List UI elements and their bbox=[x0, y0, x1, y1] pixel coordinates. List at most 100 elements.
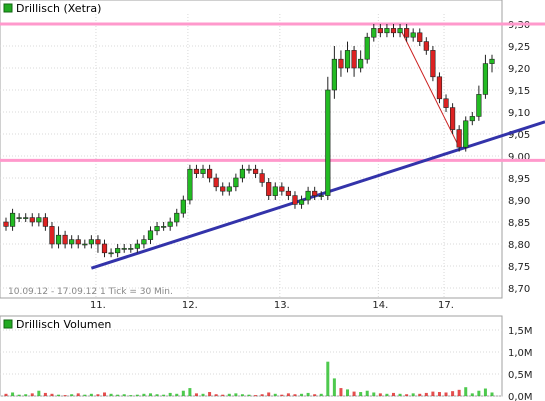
candle-body bbox=[436, 76, 443, 100]
candle-body bbox=[55, 234, 62, 245]
volume-bar bbox=[339, 388, 343, 396]
volume-bar bbox=[391, 392, 395, 396]
volume-bar bbox=[260, 394, 264, 396]
price-title: Drillisch (Xetra) bbox=[16, 2, 101, 15]
volume-bar bbox=[109, 393, 113, 396]
candle-body bbox=[233, 177, 239, 188]
price-y-tick: 8,85 bbox=[508, 218, 530, 229]
candle-body bbox=[325, 89, 331, 196]
volume-bar bbox=[273, 393, 277, 396]
candle-body bbox=[23, 217, 29, 219]
candle-body bbox=[377, 28, 383, 34]
candle-body bbox=[312, 190, 318, 196]
candle-body bbox=[134, 243, 140, 249]
price-panel: Drillisch (Xetra) 8,70 8,75 8,80 8,85 8,90 8,… bbox=[0, 0, 545, 311]
volume-bar bbox=[378, 393, 382, 396]
volume-bar bbox=[280, 394, 284, 396]
volume-title: Drillisch Volumen bbox=[16, 318, 111, 331]
volume-bar bbox=[254, 395, 258, 397]
candle-body bbox=[292, 195, 298, 205]
volume-bar bbox=[57, 394, 61, 396]
candle-body bbox=[423, 41, 429, 51]
candle-body bbox=[489, 58, 495, 64]
volume-bar bbox=[135, 394, 139, 396]
volume-bar bbox=[286, 393, 290, 396]
price-y-tick: 8,75 bbox=[508, 262, 530, 273]
volume-bar bbox=[300, 393, 304, 396]
volume-bar bbox=[326, 361, 330, 396]
volume-bar bbox=[418, 393, 422, 396]
volume-bar bbox=[4, 393, 8, 396]
volume-bar bbox=[470, 393, 474, 396]
volume-bar bbox=[214, 394, 218, 396]
price-legend-swatch bbox=[3, 3, 13, 13]
volume-bar bbox=[405, 394, 409, 396]
candle-body bbox=[220, 186, 226, 192]
candle-body bbox=[193, 168, 200, 174]
volume-bar bbox=[411, 393, 415, 396]
volume-bar bbox=[464, 387, 468, 396]
volume-bar bbox=[116, 394, 120, 396]
candle-body bbox=[200, 168, 206, 174]
volume-y-tick: 1,5M bbox=[508, 326, 533, 337]
candle-body bbox=[95, 239, 101, 245]
candle-body bbox=[121, 248, 127, 250]
volume-bar bbox=[194, 393, 198, 396]
candle-body bbox=[174, 212, 180, 223]
candle-body bbox=[338, 58, 344, 69]
candle-body bbox=[384, 28, 390, 34]
volume-bar bbox=[483, 388, 487, 396]
candle-body bbox=[226, 186, 232, 192]
volume-bar bbox=[313, 394, 317, 396]
price-y-tick: 9,25 bbox=[508, 42, 530, 53]
volume-bar bbox=[477, 390, 481, 396]
price-y-tick: 9,10 bbox=[508, 108, 530, 119]
candle-body bbox=[108, 252, 114, 255]
volume-bar bbox=[103, 392, 107, 396]
volume-bar bbox=[247, 394, 251, 396]
volume-bar bbox=[221, 394, 225, 396]
volume-bar bbox=[76, 393, 80, 396]
price-grid bbox=[0, 14, 502, 298]
volume-bar bbox=[11, 392, 15, 396]
x-tick: 12. bbox=[182, 300, 198, 311]
candle-body bbox=[115, 248, 121, 254]
volume-bar bbox=[83, 394, 87, 396]
price-y-axis: 8,708,758,808,858,908,959,009,059,109,15… bbox=[508, 20, 530, 295]
chart-svg: Drillisch (Xetra) 8,70 8,75 8,80 8,85 8,90 8,… bbox=[0, 0, 545, 401]
volume-legend-swatch bbox=[3, 319, 13, 329]
candle-body bbox=[430, 50, 436, 78]
volume-bar bbox=[240, 394, 244, 396]
volume-bar bbox=[24, 394, 28, 396]
volume-bar bbox=[457, 389, 461, 396]
volume-bar bbox=[346, 389, 350, 396]
x-tick: 14. bbox=[372, 300, 388, 311]
candle-body bbox=[279, 186, 285, 192]
price-y-tick: 8,70 bbox=[508, 284, 530, 295]
volume-bar bbox=[398, 393, 402, 396]
volume-bar bbox=[89, 393, 93, 396]
candle-body bbox=[285, 190, 292, 196]
volume-bar bbox=[359, 392, 363, 396]
candle-body bbox=[252, 168, 259, 174]
price-y-tick: 8,90 bbox=[508, 196, 530, 207]
volume-bar bbox=[365, 390, 369, 396]
candle-body bbox=[49, 226, 55, 245]
candle-body bbox=[410, 32, 416, 38]
candle-body bbox=[62, 234, 68, 245]
candle-body bbox=[3, 221, 9, 227]
volume-bar bbox=[227, 393, 231, 396]
volume-bar bbox=[162, 394, 166, 396]
candle-body bbox=[82, 243, 88, 246]
volume-bar bbox=[129, 395, 133, 397]
candle-body bbox=[371, 28, 377, 38]
candle-body bbox=[358, 58, 364, 69]
candle-body bbox=[404, 28, 410, 38]
candle-body bbox=[88, 239, 94, 245]
candle-body bbox=[344, 50, 351, 69]
candle-body bbox=[16, 217, 22, 219]
candle-body bbox=[469, 116, 475, 122]
candle-body bbox=[397, 28, 403, 34]
candle-body bbox=[213, 177, 219, 188]
x-tick: 11. bbox=[90, 300, 106, 311]
